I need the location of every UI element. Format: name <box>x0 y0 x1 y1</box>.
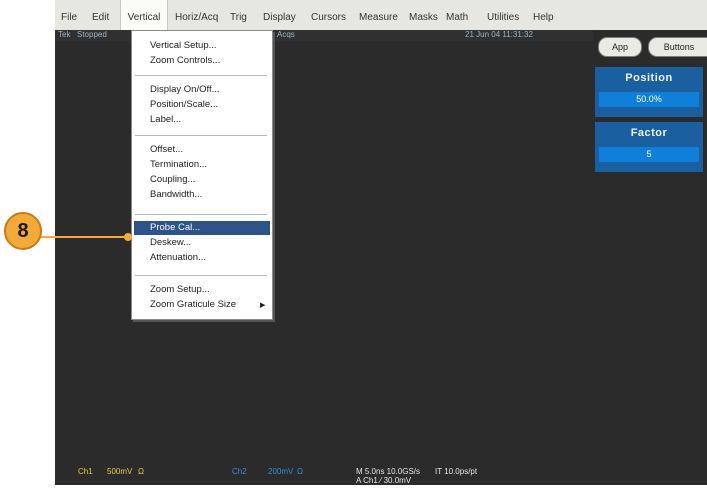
menu-item-zoom-controls[interactable]: Zoom Controls... <box>150 55 220 66</box>
menu-edit[interactable]: Edit <box>92 0 109 30</box>
menu-item-termination[interactable]: Termination... <box>150 159 207 170</box>
trigger-readout[interactable]: A Ch1 ⁄ 30.0mV <box>356 476 411 485</box>
acquisition-state: Stopped <box>77 30 107 39</box>
menu-item-display-on-off[interactable]: Display On/Off... <box>150 84 220 95</box>
ch2-scale[interactable]: 200mV <box>268 467 293 476</box>
menu-trig[interactable]: Trig <box>230 0 247 30</box>
menu-item-offset[interactable]: Offset... <box>150 144 183 155</box>
menu-item-bandwidth[interactable]: Bandwidth... <box>150 189 202 200</box>
ch2-label[interactable]: Ch2 <box>232 467 247 476</box>
menu-item-probe-cal[interactable]: Probe Cal... <box>150 222 200 233</box>
submenu-arrow-icon: ▶ <box>260 302 266 309</box>
side-panel: App Buttons Position 50.0% Factor 5 <box>593 30 707 485</box>
app-button[interactable]: App <box>598 37 642 57</box>
menu-cursors[interactable]: Cursors <box>311 0 346 30</box>
ch2-termination: Ω <box>297 467 303 476</box>
menu-item-vertical-setup[interactable]: Vertical Setup... <box>150 40 217 51</box>
menu-file[interactable]: File <box>61 0 77 30</box>
menu-item-zoom-graticule-size[interactable]: Zoom Graticule Size <box>150 299 236 310</box>
menu-separator <box>135 214 267 215</box>
menu-item-deskew[interactable]: Deskew... <box>150 237 191 248</box>
menu-bar: File Edit Vertical Horiz/Acq Trig Displa… <box>55 0 707 31</box>
position-label: Position <box>625 72 673 84</box>
menu-separator <box>135 275 267 276</box>
position-value[interactable]: 50.0% <box>599 92 699 107</box>
ch1-termination: Ω <box>138 467 144 476</box>
menu-math[interactable]: Math <box>446 0 468 30</box>
position-control[interactable]: Position 50.0% <box>595 67 703 117</box>
timebase-readout[interactable]: M 5.0ns 10.0GS/s <box>356 467 420 476</box>
factor-control[interactable]: Factor 5 <box>595 122 703 172</box>
menu-item-coupling[interactable]: Coupling... <box>150 174 195 185</box>
acqs-label: Acqs <box>277 30 295 39</box>
menu-separator <box>135 75 267 76</box>
menu-item-position-scale[interactable]: Position/Scale... <box>150 99 218 110</box>
ch1-label[interactable]: Ch1 <box>78 467 93 476</box>
ch1-scale[interactable]: 500mV <box>107 467 132 476</box>
factor-value[interactable]: 5 <box>599 147 699 162</box>
menu-measure[interactable]: Measure <box>359 0 398 30</box>
date-time: 21 Jun 04 11:31:32 <box>465 30 533 39</box>
menu-separator <box>135 135 267 136</box>
menu-utilities[interactable]: Utilities <box>487 0 519 30</box>
factor-label: Factor <box>630 127 668 139</box>
callout-line <box>40 236 128 238</box>
callout-number: 8 <box>4 212 42 250</box>
menu-masks[interactable]: Masks <box>409 0 438 30</box>
interp-readout: IT 10.0ps/pt <box>435 467 478 476</box>
brand-label: Tek <box>58 30 71 39</box>
menu-item-label[interactable]: Label... <box>150 114 181 125</box>
menu-display[interactable]: Display <box>263 0 296 30</box>
buttons-button[interactable]: Buttons <box>648 37 707 57</box>
menu-item-zoom-setup[interactable]: Zoom Setup... <box>150 284 210 295</box>
callout-dot <box>124 233 132 241</box>
menu-item-attenuation[interactable]: Attenuation... <box>150 252 206 263</box>
menu-horiz-acq[interactable]: Horiz/Acq <box>175 0 218 30</box>
menu-help[interactable]: Help <box>533 0 554 30</box>
menu-vertical[interactable]: Vertical <box>120 0 168 30</box>
vertical-dropdown-menu: Vertical Setup... Zoom Controls... Displ… <box>131 30 273 320</box>
